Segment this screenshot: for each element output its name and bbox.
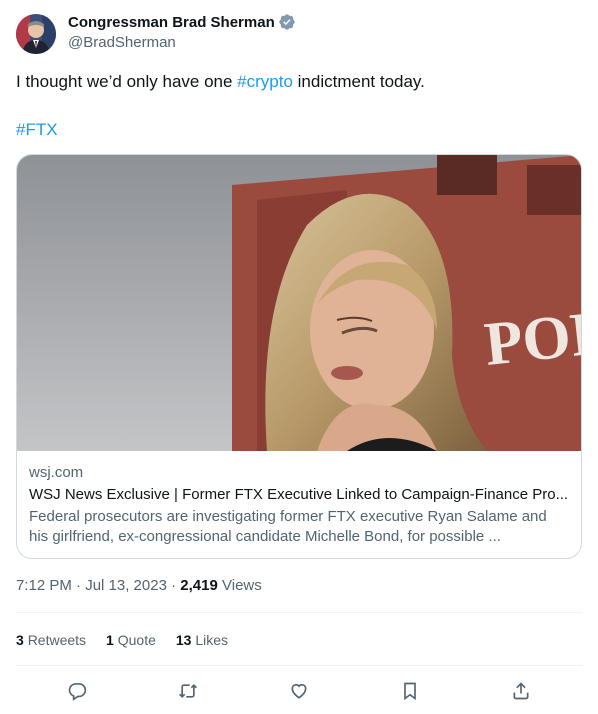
card-title[interactable]: WSJ News Exclusive | Former FTX Executiv…: [29, 485, 569, 505]
building-lettering: POR: [481, 297, 581, 378]
retweets-stat[interactable]: 3 Retweets: [16, 630, 86, 650]
views-label: Views: [222, 577, 262, 594]
bookmark-icon[interactable]: [395, 676, 425, 706]
quotes-label: Quote: [117, 632, 156, 648]
meta-separator: ·: [166, 577, 181, 594]
retweets-count: 3: [16, 632, 24, 648]
views-count: 2,419: [180, 577, 218, 594]
divider-bottom: [16, 665, 582, 666]
verified-badge-icon[interactable]: [278, 13, 296, 31]
hashtag-ftx-link[interactable]: #FTX: [16, 120, 58, 139]
likes-stat[interactable]: 13 Likes: [176, 630, 228, 650]
like-icon[interactable]: [284, 676, 314, 706]
tweet-timestamp[interactable]: 7:12 PM · Jul 13, 2023: [16, 577, 167, 594]
tweet-text-before: I thought we’d only have one: [16, 72, 238, 91]
action-bar: [16, 676, 582, 706]
tweet-text: I thought we’d only have one #crypto ind…: [16, 70, 425, 94]
hashtag-crypto-link[interactable]: #crypto: [237, 72, 293, 91]
hashtag-line: #FTX: [16, 118, 58, 142]
engagement-stats: 3 Retweets 1 Quote 13 Likes: [16, 630, 248, 650]
link-preview-card[interactable]: POR wsj.com WSJ News Exclusive | Former …: [16, 154, 582, 559]
card-image[interactable]: POR: [17, 155, 581, 451]
tweet-text-after: indictment today.: [292, 72, 425, 91]
reply-icon[interactable]: [62, 676, 92, 706]
retweet-icon[interactable]: [173, 676, 203, 706]
likes-label: Likes: [195, 632, 229, 648]
card-description: Federal prosecutors are investigating fo…: [29, 508, 547, 545]
display-name[interactable]: Congressman Brad Sherman: [68, 14, 275, 31]
quotes-count: 1: [106, 632, 114, 648]
divider-top: [16, 612, 582, 613]
retweets-label: Retweets: [27, 632, 87, 648]
tweet-header: Congressman Brad Sherman @BradSherman: [16, 12, 296, 54]
card-domain: wsj.com: [29, 464, 84, 481]
share-icon[interactable]: [506, 676, 536, 706]
user-handle[interactable]: @BradSherman: [68, 34, 296, 51]
likes-count: 13: [175, 632, 192, 648]
tweet-meta: 7:12 PM · Jul 13, 2023 · 2,419 Views: [16, 576, 262, 596]
quotes-stat[interactable]: 1 Quote: [106, 630, 156, 650]
avatar[interactable]: [16, 14, 56, 54]
